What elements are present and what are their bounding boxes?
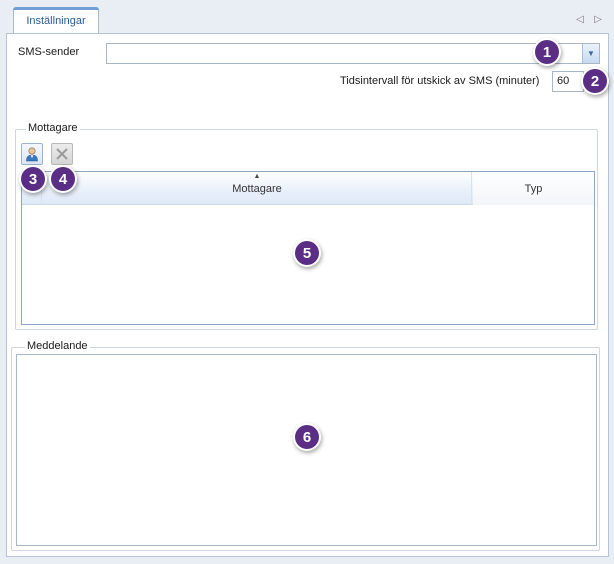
message-textarea[interactable] — [16, 354, 597, 546]
add-recipient-button[interactable] — [21, 143, 43, 165]
interval-label: Tidsintervall för utskick av SMS (minute… — [340, 75, 540, 87]
message-group-title: Meddelande — [25, 340, 90, 352]
person-icon — [26, 147, 38, 162]
delete-icon — [56, 148, 68, 160]
scroll-right-icon[interactable]: ▷ — [592, 13, 604, 27]
callout-badge: 3 — [21, 167, 45, 191]
callout-badge: 4 — [51, 167, 75, 191]
remove-recipient-button[interactable] — [51, 143, 73, 165]
interval-input[interactable]: 60 — [552, 71, 584, 92]
tab-label: Inställningar — [26, 15, 86, 27]
grid-header: ▲ Mottagare Typ — [22, 172, 594, 205]
sms-sender-dropdown[interactable]: ▼ — [106, 43, 600, 64]
dropdown-arrow-icon[interactable]: ▼ — [582, 44, 599, 63]
tab-installningar[interactable]: Inställningar — [13, 7, 99, 34]
scroll-left-icon[interactable]: ◁ — [574, 13, 586, 27]
column-header-label: Typ — [524, 182, 543, 195]
callout-badge: 2 — [583, 69, 607, 93]
sms-sender-label: SMS-sender — [18, 46, 80, 58]
column-header-typ[interactable]: Typ — [473, 172, 594, 205]
recipients-group-title: Mottagare — [26, 122, 80, 134]
column-header-label: Mottagare — [232, 182, 282, 195]
callout-badge: 6 — [295, 425, 319, 449]
column-header-mottagare[interactable]: ▲ Mottagare — [43, 172, 472, 205]
callout-badge: 1 — [535, 40, 559, 64]
sort-ascending-icon: ▲ — [253, 173, 261, 180]
callout-badge: 5 — [295, 241, 319, 265]
